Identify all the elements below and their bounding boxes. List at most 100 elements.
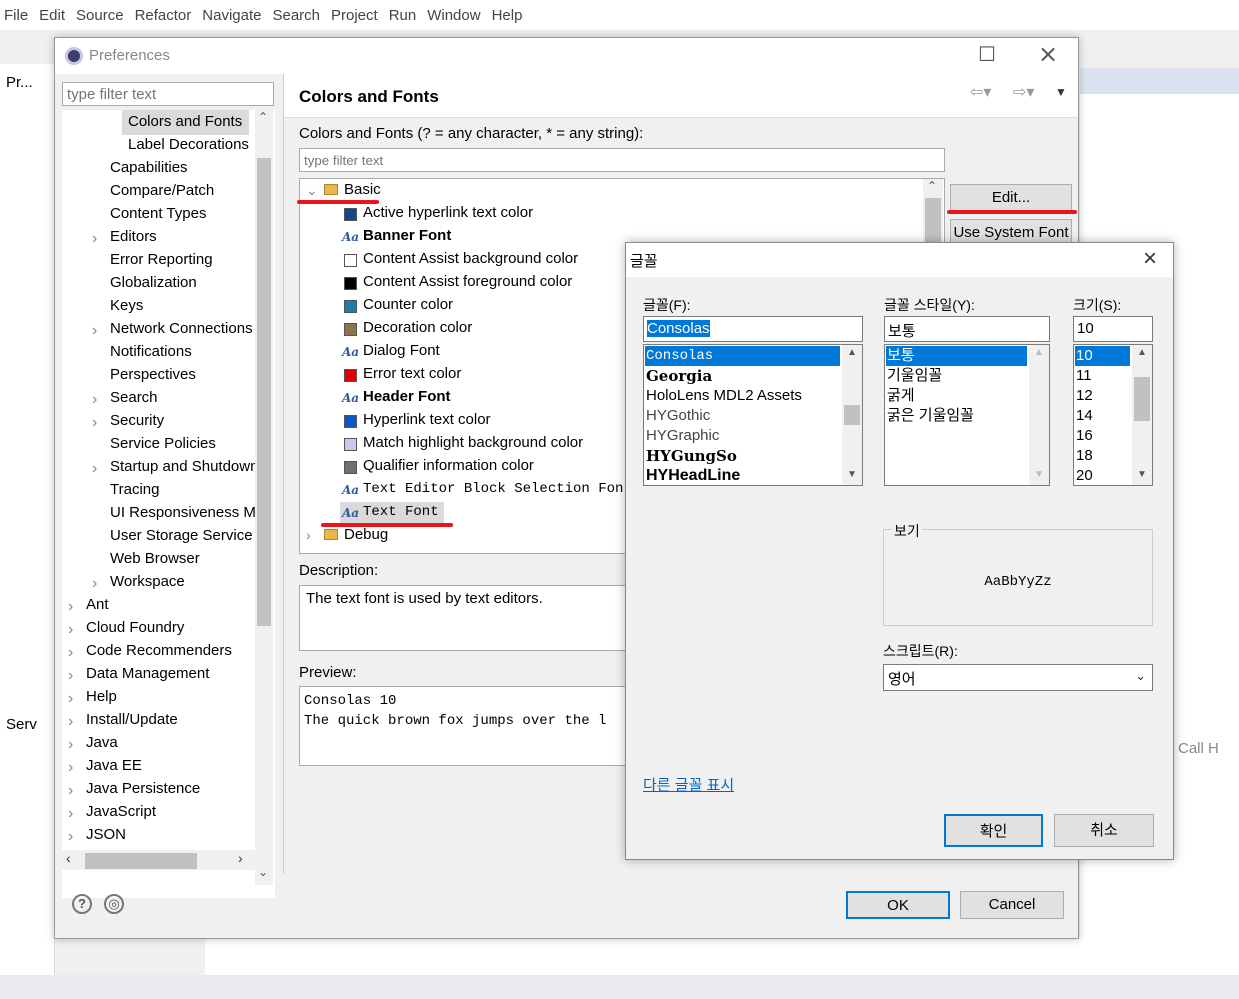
back-icon[interactable]: ⇦▾: [970, 82, 991, 102]
servers-tab[interactable]: Serv: [6, 716, 37, 733]
cf-item[interactable]: Decoration color: [363, 319, 472, 336]
colors-fonts-filter-input[interactable]: [299, 148, 945, 172]
tree-hscroll-thumb[interactable]: [85, 853, 197, 869]
expand-chevron-icon[interactable]: ›: [68, 805, 73, 823]
tree-scroll-thumb[interactable]: [257, 158, 271, 626]
cf-item[interactable]: Dialog Font: [363, 342, 440, 359]
tree-item[interactable]: Network Connections: [110, 320, 253, 337]
list-item[interactable]: 보통: [886, 346, 1027, 366]
expand-chevron-icon[interactable]: ›: [92, 391, 97, 409]
cancel-button[interactable]: Cancel: [960, 891, 1064, 919]
font-ok-button[interactable]: 확인: [944, 814, 1043, 847]
list-item[interactable]: 18: [1075, 446, 1130, 466]
tree-item[interactable]: Compare/Patch: [110, 182, 214, 199]
tree-item[interactable]: Content Types: [110, 205, 206, 222]
expand-chevron-icon[interactable]: ⌄: [306, 182, 318, 199]
list-item[interactable]: Consolas: [645, 346, 840, 366]
tree-item[interactable]: User Storage Service: [110, 527, 253, 544]
expand-chevron-icon[interactable]: ›: [68, 759, 73, 777]
tree-item[interactable]: Java Persistence: [86, 780, 200, 797]
list-item[interactable]: HYGraphic: [645, 426, 840, 446]
list-item[interactable]: HYHeadLine: [645, 466, 840, 485]
tree-item[interactable]: Tracing: [110, 481, 159, 498]
menu-item-window[interactable]: Window: [427, 7, 480, 24]
expand-chevron-icon[interactable]: ›: [92, 230, 97, 248]
tree-item[interactable]: Cloud Foundry: [86, 619, 184, 636]
expand-chevron-icon[interactable]: ›: [92, 575, 97, 593]
menu-item-file[interactable]: File: [4, 7, 28, 24]
tree-item[interactable]: Notifications: [110, 343, 192, 360]
list-item[interactable]: 10: [1075, 346, 1130, 366]
preferences-filter-input[interactable]: [62, 82, 274, 106]
help-icon[interactable]: ?: [72, 894, 92, 914]
import-export-icon[interactable]: ◎: [104, 894, 124, 914]
scroll-up-icon[interactable]: ▲: [847, 347, 857, 358]
expand-chevron-icon[interactable]: ›: [68, 828, 73, 846]
tree-item[interactable]: Keys: [110, 297, 143, 314]
menu-item-help[interactable]: Help: [492, 7, 523, 24]
list-item[interactable]: HYGungSo: [645, 446, 840, 466]
expand-chevron-icon[interactable]: ›: [68, 736, 73, 754]
expand-chevron-icon[interactable]: ›: [306, 527, 311, 543]
forward-icon[interactable]: ⇨▾: [1013, 82, 1034, 102]
scroll-down-icon[interactable]: ⌄: [258, 865, 268, 879]
menu-item-search[interactable]: Search: [272, 7, 320, 24]
tree-item[interactable]: Data Management: [86, 665, 209, 682]
style-input[interactable]: 보통: [884, 316, 1050, 342]
scroll-down-icon[interactable]: ▼: [1034, 469, 1044, 480]
list-item[interactable]: 굵은 기울임꼴: [886, 406, 1027, 426]
menu-item-source[interactable]: Source: [76, 7, 124, 24]
cf-category[interactable]: Debug: [344, 526, 388, 543]
list-item[interactable]: 20: [1075, 466, 1130, 485]
cf-item[interactable]: Counter color: [363, 296, 453, 313]
cf-item[interactable]: Match highlight background color: [363, 434, 583, 451]
tree-item[interactable]: Help: [86, 688, 117, 705]
list-item[interactable]: 굵게: [886, 386, 1027, 406]
tree-item[interactable]: Java: [86, 734, 118, 751]
scroll-left-icon[interactable]: ‹: [66, 850, 71, 866]
expand-chevron-icon[interactable]: ›: [68, 782, 73, 800]
scroll-up-icon[interactable]: ▲: [1137, 347, 1147, 358]
cf-item[interactable]: Qualifier information color: [363, 457, 534, 474]
view-menu-icon[interactable]: ▼: [1055, 85, 1067, 99]
menu-item-run[interactable]: Run: [389, 7, 417, 24]
tree-item[interactable]: Perspectives: [110, 366, 196, 383]
close-icon[interactable]: ×: [1038, 40, 1058, 68]
tree-item[interactable]: Error Reporting: [110, 251, 213, 268]
style-list[interactable]: ▲ ▼ 보통 기울임꼴 굵게 굵은 기울임꼴: [884, 344, 1050, 486]
cf-item[interactable]: Hyperlink text color: [363, 411, 491, 428]
scroll-right-icon[interactable]: ›: [238, 850, 243, 866]
list-item[interactable]: 12: [1075, 386, 1130, 406]
font-cancel-button[interactable]: 취소: [1054, 814, 1154, 847]
script-select[interactable]: 영어 ⌄: [883, 664, 1153, 691]
cf-item[interactable]: Content Assist background color: [363, 250, 578, 267]
cf-item[interactable]: Text Editor Block Selection Font: [363, 481, 632, 497]
call-hierarchy-tab[interactable]: Call H: [1178, 740, 1219, 757]
list-item[interactable]: 16: [1075, 426, 1130, 446]
tree-item[interactable]: Label Decorations: [128, 136, 249, 153]
menu-item-navigate[interactable]: Navigate: [202, 7, 261, 24]
style-list-scrollbar[interactable]: ▲ ▼: [1029, 345, 1049, 485]
tree-item[interactable]: Colors and Fonts: [128, 113, 242, 130]
tree-item[interactable]: Globalization: [110, 274, 197, 291]
expand-chevron-icon[interactable]: ›: [68, 644, 73, 662]
list-item[interactable]: 11: [1075, 366, 1130, 386]
font-list-thumb[interactable]: [844, 405, 860, 425]
cf-item[interactable]: Content Assist foreground color: [363, 273, 572, 290]
size-list[interactable]: ▲ ▼ 10 11 12 14 16 18 20: [1073, 344, 1153, 486]
menu-item-project[interactable]: Project: [331, 7, 378, 24]
list-item[interactable]: Georgia: [645, 366, 840, 386]
list-item[interactable]: HYGothic: [645, 406, 840, 426]
expand-chevron-icon[interactable]: ›: [68, 690, 73, 708]
cf-category[interactable]: Basic: [344, 181, 381, 198]
expand-chevron-icon[interactable]: ›: [92, 414, 97, 432]
cf-item[interactable]: Banner Font: [363, 227, 451, 244]
sash[interactable]: [283, 74, 284, 874]
scroll-up-icon[interactable]: ⌃: [927, 179, 937, 193]
tree-item[interactable]: JavaScript: [86, 803, 156, 820]
expand-chevron-icon[interactable]: ›: [68, 713, 73, 731]
edit-button[interactable]: Edit...: [950, 184, 1072, 212]
scroll-down-icon[interactable]: ▼: [847, 469, 857, 480]
cf-item[interactable]: Header Font: [363, 388, 451, 405]
menu-item-edit[interactable]: Edit: [39, 7, 65, 24]
